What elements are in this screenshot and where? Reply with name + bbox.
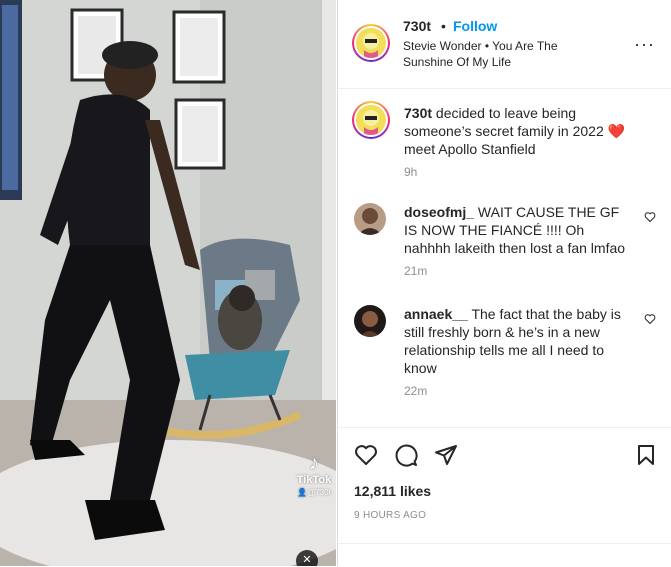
more-options-icon[interactable]: ··· [634, 34, 655, 55]
avatar-image [356, 105, 386, 135]
divider [338, 543, 671, 544]
comment-text: doseofmj_ WAIT CAUSE THE GF IS NOW THE F… [404, 203, 634, 257]
comment-time[interactable]: 22m [404, 384, 427, 398]
tiktok-handle: 👤@730t [297, 488, 331, 497]
like-comment-heart-icon[interactable] [644, 211, 656, 223]
tiktok-name: TikTok [296, 474, 332, 486]
video-frame [0, 0, 336, 566]
tiktok-watermark: ♪ TikTok 👤@730t [292, 452, 336, 499]
heart-icon[interactable] [354, 443, 378, 467]
mute-button[interactable]: ✕ [296, 550, 318, 566]
post-video[interactable]: ♪ TikTok 👤@730t ✕ [0, 0, 336, 566]
bookmark-icon[interactable] [634, 443, 658, 467]
follow-button[interactable]: Follow [453, 18, 497, 34]
tiktok-icon: ♪ [309, 452, 319, 474]
comment-username[interactable]: annaek__ [404, 306, 468, 322]
caption-avatar[interactable] [352, 101, 390, 139]
caption-username[interactable]: 730t [404, 105, 432, 121]
caption-time[interactable]: 9h [404, 165, 417, 179]
commenter-avatar[interactable] [354, 305, 386, 337]
author-avatar[interactable] [352, 24, 390, 62]
comment-text: annaek__ The fact that the baby is still… [404, 305, 634, 377]
post-header: 730t • Follow Stevie Wonder • You Are Th… [338, 0, 671, 89]
header-separator: • [441, 18, 446, 34]
avatar-image [354, 203, 386, 235]
comments-list[interactable]: 730t decided to leave being someone’s se… [338, 89, 671, 427]
likes-count[interactable]: 12,811 likes [354, 483, 431, 499]
post-side-panel: 730t • Follow Stevie Wonder • You Are Th… [337, 0, 671, 566]
caption-text: 730t decided to leave being someone’s se… [404, 104, 644, 158]
comment-time[interactable]: 21m [404, 264, 427, 278]
comment-icon[interactable] [394, 443, 418, 467]
like-comment-heart-icon[interactable] [644, 313, 656, 325]
caption-body: decided to leave being someone’s secret … [404, 105, 626, 157]
comment-username[interactable]: doseofmj_ [404, 204, 474, 220]
avatar-image [356, 28, 386, 58]
audio-track-link[interactable]: Stevie Wonder • You Are The Sunshine Of … [403, 38, 598, 70]
avatar-image [354, 305, 386, 337]
share-icon[interactable] [434, 443, 458, 467]
author-username[interactable]: 730t [403, 18, 431, 34]
post-actions: 12,811 likes 9 HOURS AGO [338, 427, 671, 567]
post-timestamp[interactable]: 9 HOURS AGO [354, 510, 426, 521]
commenter-avatar[interactable] [354, 203, 386, 235]
